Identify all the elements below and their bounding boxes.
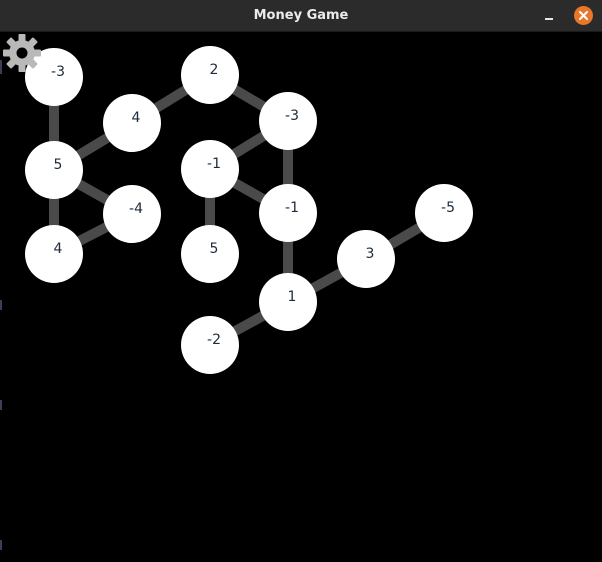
graph-node[interactable]: -3	[259, 92, 317, 150]
graph-node[interactable]: 5	[181, 225, 239, 283]
graph-node[interactable]: 4	[25, 225, 83, 283]
close-button[interactable]	[574, 6, 593, 25]
graph-node[interactable]: -1	[259, 184, 317, 242]
graph-node[interactable]: -5	[415, 184, 473, 242]
graph-node[interactable]: -1	[181, 140, 239, 198]
node-value: -1	[285, 200, 299, 216]
node-value: 4	[132, 110, 141, 126]
graph-node[interactable]: -4	[103, 185, 161, 243]
graph-node[interactable]: 1	[259, 273, 317, 331]
graph-node[interactable]: 2	[181, 46, 239, 104]
app-window: Money Game -3 2 4 -3 5 -1 -4 -1 -5 4 5 3…	[0, 0, 602, 562]
node-value: 5	[210, 241, 219, 257]
settings-button[interactable]	[2, 33, 42, 73]
node-value: 4	[54, 241, 63, 257]
node-value: 3	[366, 246, 375, 262]
minimize-button[interactable]	[540, 6, 560, 26]
node-value: -3	[285, 108, 299, 124]
gear-icon	[3, 34, 41, 72]
node-value: -1	[207, 156, 221, 172]
window-title: Money Game	[253, 8, 349, 23]
node-value: 5	[54, 157, 63, 173]
graph-board: -3 2 4 -3 5 -1 -4 -1 -5 4 5 3 1 -2	[25, 46, 473, 374]
node-value: -3	[51, 64, 65, 80]
game-board[interactable]: -3 2 4 -3 5 -1 -4 -1 -5 4 5 3 1 -2	[0, 32, 602, 562]
graph-node[interactable]: 5	[25, 141, 83, 199]
graph-node[interactable]: -2	[181, 316, 239, 374]
graph-node[interactable]: 4	[103, 94, 161, 152]
node-value: -2	[207, 332, 221, 348]
close-icon	[579, 11, 588, 20]
title-bar[interactable]: Money Game	[0, 0, 602, 32]
node-value: -4	[129, 201, 143, 217]
node-value: 2	[210, 62, 219, 78]
node-value: 1	[288, 289, 297, 305]
graph-node[interactable]: 3	[337, 230, 395, 288]
node-value: -5	[441, 200, 455, 216]
